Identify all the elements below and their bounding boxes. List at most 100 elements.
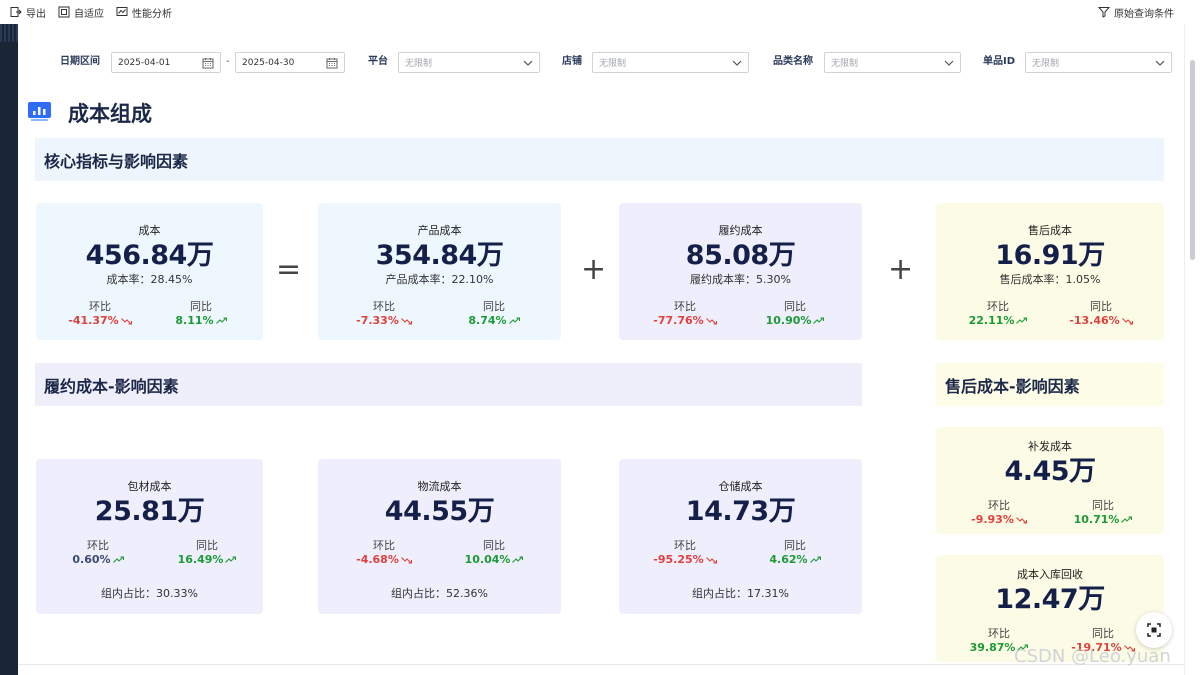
mom-label: 环比 xyxy=(987,300,1009,313)
item-id-label: 单品ID xyxy=(983,56,1016,67)
item-id-value: 无限制 xyxy=(1032,59,1060,69)
bottom-divider xyxy=(18,664,1184,665)
group-share: 组内占比：52.36% xyxy=(391,587,488,600)
metric-card-product-cost[interactable]: 产品成本 354.84万 产品成本率：22.10% 环比 同比 -7.33% 8… xyxy=(318,203,561,340)
export-button[interactable]: 导出 xyxy=(4,0,52,24)
metric-card-aftersale-cost[interactable]: 售后成本 16.91万 售后成本率：1.05% 环比 同比 22.11% -13… xyxy=(936,203,1164,340)
card-rate: 产品成本率：22.10% xyxy=(385,273,494,286)
performance-label: 性能分析 xyxy=(132,8,172,20)
platform-label: 平台 xyxy=(368,56,388,67)
dashboard-chart-icon xyxy=(28,102,51,121)
mom-value: -7.33% xyxy=(339,314,429,327)
factor-card-logistics-cost[interactable]: 物流成本 44.55万 环比 同比 -4.68% 10.04% 组内占比：52.… xyxy=(318,459,561,614)
plus-sign: + xyxy=(888,252,914,287)
fullscreen-icon xyxy=(1147,623,1161,637)
trend-down-icon xyxy=(1015,517,1027,524)
trend-up-icon xyxy=(809,556,821,563)
chevron-down-icon xyxy=(1155,60,1165,66)
card-rate: 履约成本率：5.30% xyxy=(690,273,791,286)
trend-down-icon xyxy=(120,318,132,325)
mom-label: 环比 xyxy=(373,300,395,313)
trend-up-icon xyxy=(225,556,237,563)
trend-down-icon xyxy=(1121,318,1133,325)
yoy-value: -13.46% xyxy=(1056,314,1146,327)
mom-value: -41.37% xyxy=(55,314,145,327)
card-value: 12.47万 xyxy=(995,584,1105,615)
performance-button[interactable]: 性能分析 xyxy=(110,0,178,24)
trend-up-icon xyxy=(813,317,825,324)
factor-card-warehouse-cost[interactable]: 仓储成本 14.73万 环比 同比 -95.25% 4.62% 组内占比：17.… xyxy=(619,459,862,614)
plus-sign: + xyxy=(581,252,607,287)
trend-down-icon xyxy=(705,318,717,325)
yoy-value: 10.90% xyxy=(750,314,840,327)
section-core-metrics: 核心指标与影响因素 xyxy=(35,138,1164,181)
store-label: 店铺 xyxy=(562,56,582,67)
card-value: 44.55万 xyxy=(384,496,495,527)
yoy-label: 同比 xyxy=(196,539,218,552)
vertical-scrollbar[interactable] xyxy=(1184,24,1200,675)
fit-button[interactable]: 自适应 xyxy=(52,0,110,24)
yoy-value: 8.11% xyxy=(156,314,246,327)
top-toolbar: 导出 自适应 性能分析 原始查询条件 xyxy=(0,0,1200,24)
card-value: 14.73万 xyxy=(685,496,796,527)
mom-label: 环比 xyxy=(87,539,109,552)
date-start-input[interactable]: 2025-04-01 xyxy=(111,52,221,73)
date-separator: - xyxy=(226,56,230,67)
category-label: 品类名称 xyxy=(773,56,813,67)
card-rate: 成本率：28.45% xyxy=(106,273,193,286)
mom-label: 环比 xyxy=(988,499,1010,512)
mom-value: -9.93% xyxy=(954,513,1044,526)
export-label: 导出 xyxy=(26,8,46,20)
calendar-icon xyxy=(326,58,338,69)
yoy-label: 同比 xyxy=(784,539,806,552)
mom-value: 0.60% xyxy=(53,553,143,566)
item-id-select[interactable]: 无限制 xyxy=(1025,52,1172,73)
category-value: 无限制 xyxy=(831,59,859,69)
mom-label: 环比 xyxy=(674,300,696,313)
yoy-value: 10.71% xyxy=(1058,513,1148,526)
group-share: 组内占比：17.31% xyxy=(692,587,789,600)
card-value: 4.45万 xyxy=(1004,456,1096,487)
scrollbar-thumb[interactable] xyxy=(1190,60,1195,260)
performance-chart-icon xyxy=(116,7,128,16)
card-value: 456.84万 xyxy=(85,240,214,271)
export-icon xyxy=(10,7,22,17)
yoy-label: 同比 xyxy=(483,300,505,313)
factor-card-reissue-cost[interactable]: 补发成本 4.45万 环比 同比 -9.93% 10.71% xyxy=(936,427,1164,534)
card-value: 25.81万 xyxy=(94,496,205,527)
store-select[interactable]: 无限制 xyxy=(592,52,749,73)
trend-down-icon xyxy=(400,318,412,325)
platform-value: 无限制 xyxy=(405,59,433,69)
date-end-value: 2025-04-30 xyxy=(242,57,295,68)
factor-card-packaging-cost[interactable]: 包材成本 25.81万 环比 同比 0.60% 16.49% 组内占比：30.3… xyxy=(36,459,263,614)
fit-screen-icon xyxy=(58,6,70,18)
yoy-label: 同比 xyxy=(483,539,505,552)
section-aftersale-factors: 售后成本-影响因素 xyxy=(936,363,1164,406)
query-conditions-button[interactable]: 原始查询条件 xyxy=(1092,0,1180,24)
trend-up-icon xyxy=(508,317,520,324)
platform-select[interactable]: 无限制 xyxy=(398,52,540,73)
fullscreen-button[interactable] xyxy=(1136,612,1172,648)
yoy-label: 同比 xyxy=(190,300,212,313)
trend-down-icon xyxy=(705,557,717,564)
mom-label: 环比 xyxy=(988,627,1010,640)
dashboard-panel: 日期区间 2025-04-01 - 2025-04-30 平台 无限制 店铺 无… xyxy=(18,24,1184,675)
date-range-label: 日期区间 xyxy=(60,56,100,67)
trend-down-icon xyxy=(400,557,412,564)
yoy-value: 4.62% xyxy=(750,553,840,566)
metric-card-total-cost[interactable]: 成本 456.84万 成本率：28.45% 环比 同比 -41.37% 8.11… xyxy=(36,203,263,340)
yoy-label: 同比 xyxy=(784,300,806,313)
date-end-input[interactable]: 2025-04-30 xyxy=(235,52,345,73)
yoy-label: 同比 xyxy=(1092,499,1114,512)
side-decoration xyxy=(0,24,18,42)
fit-label: 自适应 xyxy=(74,8,104,20)
page-title: 成本组成 xyxy=(68,102,152,126)
chevron-down-icon xyxy=(523,60,533,66)
filter-icon xyxy=(1098,7,1110,18)
yoy-value: 16.49% xyxy=(162,553,252,566)
card-value: 354.84万 xyxy=(375,240,504,271)
mom-value: -95.25% xyxy=(640,553,730,566)
metric-card-fulfillment-cost[interactable]: 履约成本 85.08万 履约成本率：5.30% 环比 同比 -77.76% 10… xyxy=(619,203,862,340)
category-select[interactable]: 无限制 xyxy=(824,52,961,73)
card-value: 85.08万 xyxy=(685,240,796,271)
